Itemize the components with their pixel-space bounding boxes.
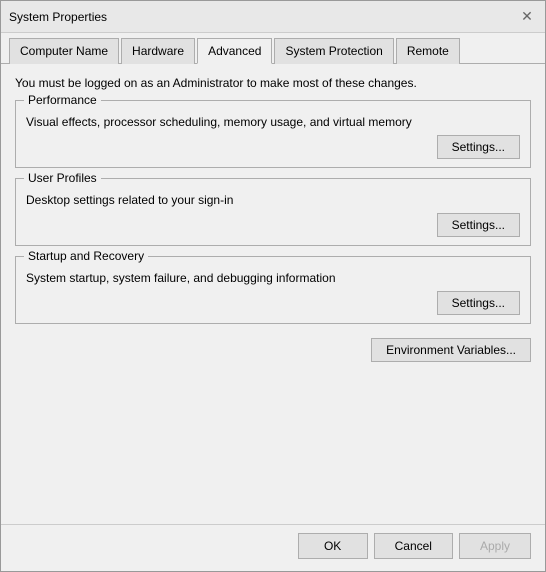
admin-notice: You must be logged on as an Administrato… — [15, 76, 531, 90]
startup-recovery-label: Startup and Recovery — [24, 249, 148, 263]
tab-computer-name[interactable]: Computer Name — [9, 38, 119, 64]
tab-bar: Computer Name Hardware Advanced System P… — [1, 33, 545, 64]
close-button[interactable]: ✕ — [517, 7, 537, 27]
apply-button[interactable]: Apply — [459, 533, 531, 559]
user-profiles-content: Desktop settings related to your sign-in… — [26, 191, 520, 237]
tab-advanced[interactable]: Advanced — [197, 38, 272, 64]
tab-hardware[interactable]: Hardware — [121, 38, 195, 64]
performance-content: Visual effects, processor scheduling, me… — [26, 113, 520, 159]
tab-system-protection[interactable]: System Protection — [274, 38, 393, 64]
startup-recovery-content: System startup, system failure, and debu… — [26, 269, 520, 315]
performance-section: Performance Visual effects, processor sc… — [15, 100, 531, 168]
tab-remote[interactable]: Remote — [396, 38, 460, 64]
startup-recovery-desc: System startup, system failure, and debu… — [26, 271, 520, 285]
environment-variables-button[interactable]: Environment Variables... — [371, 338, 531, 362]
env-vars-row: Environment Variables... — [15, 338, 531, 362]
performance-desc: Visual effects, processor scheduling, me… — [26, 115, 520, 129]
cancel-button[interactable]: Cancel — [374, 533, 453, 559]
performance-settings-button[interactable]: Settings... — [437, 135, 520, 159]
startup-recovery-section: Startup and Recovery System startup, sys… — [15, 256, 531, 324]
user-profiles-section: User Profiles Desktop settings related t… — [15, 178, 531, 246]
startup-recovery-settings-button[interactable]: Settings... — [437, 291, 520, 315]
ok-button[interactable]: OK — [298, 533, 368, 559]
user-profiles-settings-button[interactable]: Settings... — [437, 213, 520, 237]
title-bar: System Properties ✕ — [1, 1, 545, 33]
user-profiles-desc: Desktop settings related to your sign-in — [26, 193, 520, 207]
dialog-footer: OK Cancel Apply — [1, 524, 545, 571]
performance-label: Performance — [24, 93, 101, 107]
tab-content: You must be logged on as an Administrato… — [1, 64, 545, 524]
system-properties-window: System Properties ✕ Computer Name Hardwa… — [0, 0, 546, 572]
user-profiles-label: User Profiles — [24, 171, 101, 185]
window-title: System Properties — [9, 10, 107, 24]
